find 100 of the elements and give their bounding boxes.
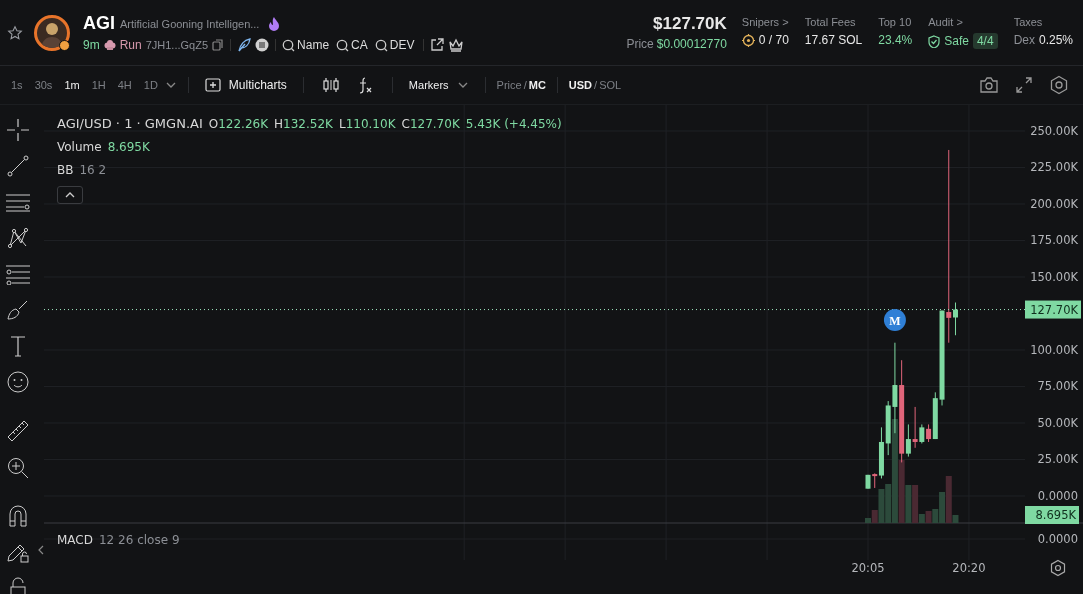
indicator-name: MACD: [57, 533, 93, 547]
interval-tab[interactable]: 1s: [6, 77, 28, 93]
collapse-chevron-icon[interactable]: [38, 545, 44, 555]
ref-line-label: 127.70K: [1030, 302, 1079, 317]
stat-value: Safe: [944, 34, 969, 48]
ohlc-value: H132.52K: [274, 116, 333, 131]
price-axis-label: 175.00K: [1030, 233, 1078, 248]
search-link[interactable]: Name: [282, 38, 330, 52]
multicharts-button[interactable]: Multicharts: [199, 76, 292, 94]
chevron-up-icon: [65, 192, 75, 198]
currency-toggle[interactable]: SOL: [599, 79, 622, 91]
stat-value: 0 / 70: [758, 33, 789, 47]
fib-levels-icon[interactable]: [6, 263, 30, 285]
interval-tab[interactable]: 1D: [138, 77, 163, 93]
tax-source: Dex: [1013, 33, 1035, 47]
market-cap: $127.70K: [653, 14, 727, 34]
copy-icon[interactable]: [212, 39, 225, 51]
interval-tab[interactable]: 30s: [29, 77, 58, 93]
crosshair-icon[interactable]: [7, 119, 29, 141]
price-tag: 127.70K: [1025, 300, 1081, 319]
stat-label[interactable]: Audit >: [928, 16, 998, 28]
token-name: Artificial Gooning Intelligen...: [120, 17, 260, 30]
token-age: 9m: [83, 38, 100, 52]
price-axis-label: 200.00K: [1030, 197, 1078, 211]
search-link[interactable]: CA: [336, 38, 368, 52]
price-axis-label: 100.00K: [1030, 343, 1078, 357]
token-symbol: AGI: [83, 13, 115, 34]
search-icon: [374, 38, 388, 52]
price-mode-toggle[interactable]: MC: [528, 79, 546, 91]
expand-icon[interactable]: [1015, 76, 1033, 94]
flame-icon: [268, 16, 281, 31]
stat-label: Taxes: [1013, 16, 1044, 28]
crown-icon[interactable]: [448, 38, 465, 52]
indicator-params: 16 2: [79, 163, 107, 177]
token-address: 7JH1...GqZ5: [145, 39, 209, 51]
price-axis-label: 50.00K: [1037, 416, 1078, 430]
horizontal-lines-icon[interactable]: [6, 191, 30, 213]
pattern-icon[interactable]: [7, 227, 29, 249]
volume-value: 8.695K: [107, 140, 150, 154]
star-icon[interactable]: [7, 24, 23, 41]
search-icon: [336, 38, 350, 52]
price-axis-label: 25.00K: [1037, 452, 1078, 467]
price-value: $0.00012770: [656, 37, 727, 51]
settings-icon[interactable]: [1049, 75, 1069, 95]
price-axis-label: 75.00K: [1037, 379, 1078, 394]
slash: /: [594, 79, 598, 91]
ruler-icon[interactable]: [6, 419, 30, 443]
camera-icon[interactable]: [979, 76, 999, 94]
candles-icon[interactable]: [321, 77, 340, 93]
interval-tab[interactable]: 1m: [59, 77, 85, 93]
interval-tab[interactable]: 4H: [112, 77, 137, 93]
stat-label[interactable]: Snipers >: [741, 16, 789, 28]
ohlc-value: O122.26K: [208, 116, 269, 131]
settings-icon[interactable]: [1050, 559, 1066, 577]
list-circle-icon[interactable]: [255, 38, 270, 52]
time-axis-label: 20:20: [952, 561, 986, 575]
stat-value: 23.4%: [878, 33, 913, 47]
price-axis-label: 225.00K: [1030, 160, 1078, 175]
price-mode-toggle[interactable]: Price: [496, 79, 522, 91]
interval-tab[interactable]: 1H: [86, 77, 111, 93]
markers-dropdown[interactable]: Markers: [403, 77, 474, 93]
stat-label: Total Fees: [804, 16, 857, 28]
feather-icon[interactable]: [237, 38, 252, 52]
search-icon: [282, 38, 296, 52]
target-icon: [741, 33, 755, 47]
smiley-icon[interactable]: [7, 371, 29, 393]
flower-icon: [103, 39, 116, 51]
shield-check-icon: [928, 34, 941, 48]
volume-tag: 8.695K: [1025, 506, 1079, 524]
chart-title: AGI/USD · 1 · GMGN.AI: [57, 116, 203, 131]
zoom-in-icon[interactable]: [7, 457, 29, 479]
indicator-name: BB: [57, 163, 74, 177]
slash: /: [523, 79, 527, 91]
lock-icon[interactable]: [8, 577, 28, 594]
indicator-params: 12 26 close 9: [99, 533, 180, 547]
price-axis-label: 0.0000: [1037, 489, 1078, 503]
external-link-icon[interactable]: [430, 38, 445, 52]
price-axis-label: 0.0000: [1037, 532, 1078, 546]
indicator-name: Volume: [57, 140, 102, 154]
price-axis-label: 150.00K: [1030, 270, 1078, 284]
time-axis-label: 20:05: [851, 561, 885, 575]
currency-toggle[interactable]: USD: [568, 79, 593, 91]
ohlc-value: C127.70K: [401, 116, 460, 131]
marker-badge[interactable]: M: [883, 309, 906, 331]
stat-value: 0.25%: [1038, 33, 1073, 47]
price-label: Price: [626, 37, 654, 51]
collapse-button[interactable]: [57, 186, 83, 204]
text-tool-icon[interactable]: [8, 335, 28, 357]
price-axis-label: 250.00K: [1030, 124, 1078, 138]
status-dot-icon: [59, 39, 70, 51]
trend-line-icon[interactable]: [7, 155, 29, 177]
magnet-icon[interactable]: [8, 505, 28, 527]
brush-icon[interactable]: [6, 299, 30, 321]
price-change: 5.43K (+4.45%): [465, 116, 562, 131]
search-link[interactable]: DEV: [374, 38, 415, 52]
stat-value: 17.67 SOL: [804, 33, 863, 47]
stat-label: Top 10: [878, 16, 913, 28]
ohlc-value: L110.10K: [338, 116, 396, 131]
plus-box-icon: [204, 78, 221, 92]
audit-score-badge: 4/4: [972, 33, 998, 49]
